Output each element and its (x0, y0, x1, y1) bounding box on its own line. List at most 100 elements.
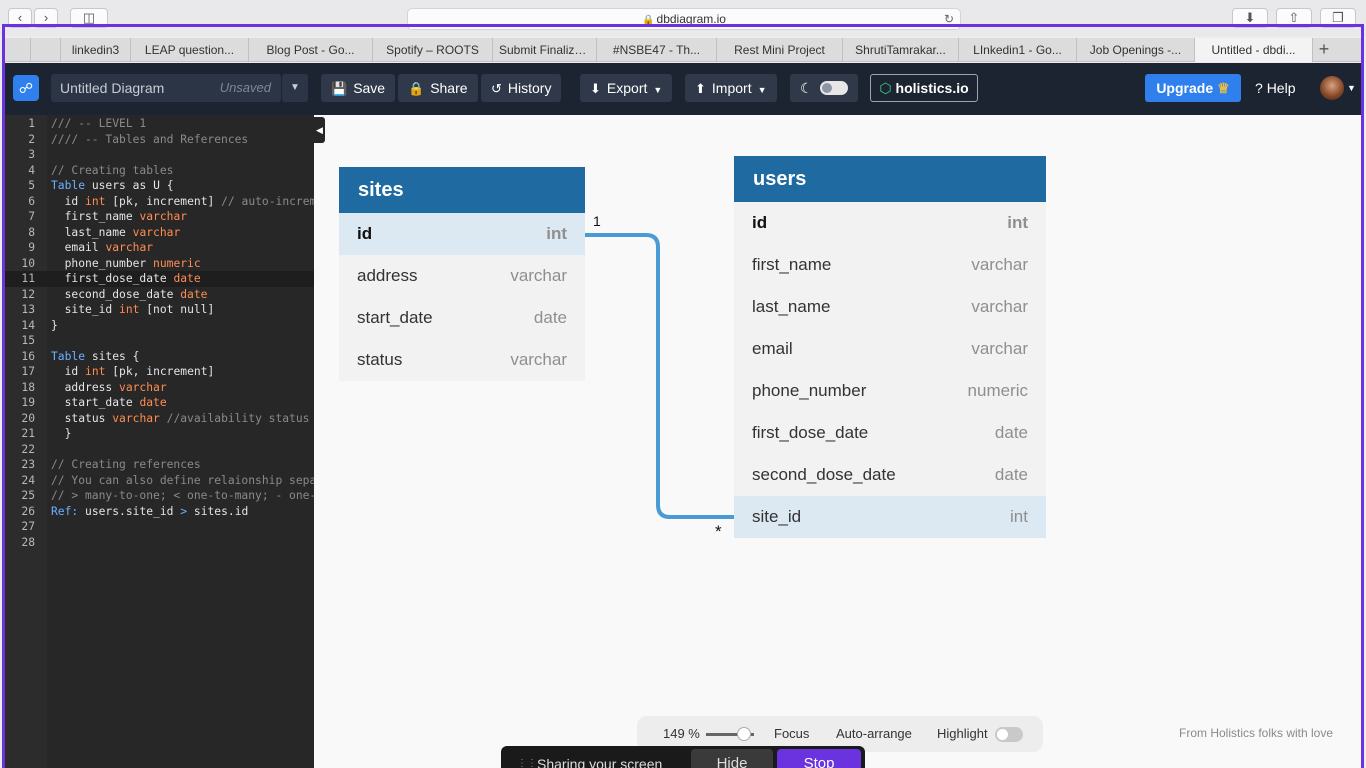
highlight-toggle[interactable] (995, 727, 1023, 742)
code-line[interactable]: 21 } (5, 426, 314, 442)
code-line[interactable]: 5 Table users as U { (5, 178, 314, 194)
code-line[interactable]: 4 // Creating tables (5, 163, 314, 179)
dbdiagram-logo-icon[interactable]: ☍ (13, 75, 39, 101)
code-line[interactable]: 22 (5, 442, 314, 458)
collapse-editor-icon[interactable]: ◀ (314, 117, 325, 143)
table-field-row[interactable]: email varchar (734, 328, 1046, 370)
share-button[interactable]: 🔒 Share (398, 74, 478, 102)
code-line[interactable]: 18 address varchar (5, 380, 314, 396)
browser-tab[interactable]: Untitled - dbdi... (1195, 38, 1313, 62)
zoom-slider-handle[interactable] (737, 727, 751, 741)
code-line[interactable]: 8 last_name varchar (5, 225, 314, 241)
diagram-menu-button[interactable]: ▼ (282, 74, 308, 102)
sidebar-toggle-icon[interactable]: ◫ (70, 8, 108, 28)
history-button[interactable]: ↺ History (481, 74, 562, 102)
code-line[interactable]: 28 (5, 535, 314, 551)
code-line[interactable]: 3 (5, 147, 314, 163)
code-editor[interactable]: 1 /// -- LEVEL 1 2 //// -- Tables and Refer… (5, 115, 314, 768)
code-text: // > many-to-one; < one-to-many; - one-t… (51, 489, 314, 502)
downloads-icon[interactable]: ⬇ (1232, 8, 1268, 28)
forward-icon[interactable]: › (34, 8, 58, 28)
save-button[interactable]: 💾 Save (321, 74, 396, 102)
table-users[interactable]: users id int first_name varchar last_name var… (734, 156, 1046, 538)
code-line[interactable]: 2 //// -- Tables and References (5, 132, 314, 148)
table-field-row[interactable]: status varchar (339, 339, 585, 381)
browser-tab[interactable] (5, 38, 31, 62)
code-line[interactable]: 12 second_dose_date date (5, 287, 314, 303)
field-name: address (357, 266, 418, 285)
code-text: status varchar //availability status (64, 411, 310, 425)
address-bar[interactable]: 🔒 dbdiagram.io ↻ (407, 8, 961, 30)
browser-tab[interactable]: LInkedin1 - Go... (959, 38, 1077, 62)
relationship-path[interactable] (585, 233, 734, 519)
diagram-name-field[interactable]: Untitled Diagram Unsaved (51, 74, 281, 102)
code-line[interactable]: 11 first_dose_date date (5, 271, 314, 287)
code-text: first_dose_date date (64, 272, 201, 285)
code-line[interactable]: 27 (5, 519, 314, 535)
table-field-row[interactable]: site_id int (734, 496, 1046, 538)
share-label: Share (430, 80, 468, 96)
code-line[interactable]: 16 Table sites { (5, 349, 314, 365)
chevron-down-icon[interactable]: ▼ (1347, 74, 1356, 102)
holistics-link[interactable]: ⬡ holistics.io (870, 74, 978, 102)
code-line[interactable]: 7 first_name varchar (5, 209, 314, 225)
field-name: id (357, 224, 373, 243)
code-line[interactable]: 1 /// -- LEVEL 1 (5, 116, 314, 132)
share-icon[interactable]: ⇧ (1276, 8, 1312, 28)
browser-tab[interactable]: Job Openings -... (1077, 38, 1195, 62)
table-header[interactable]: users (734, 156, 1046, 202)
code-line[interactable]: 26 Ref: users.site_id > sites.id (5, 504, 314, 520)
code-line[interactable]: 20 status varchar //availability status (5, 411, 314, 427)
help-button[interactable]: ? Help (1255, 74, 1295, 102)
browser-toolbar: ‹ › ◫ 🔒 dbdiagram.io ↻ ⬇ ⇧ ❐ (0, 0, 1366, 36)
code-line[interactable]: 24 // You can also define relaionship sep… (5, 473, 314, 489)
new-tab-icon[interactable]: + (1313, 38, 1335, 61)
browser-tab[interactable]: linkedin3 (61, 38, 131, 62)
code-line[interactable]: 19 start_date date (5, 395, 314, 411)
dark-mode-toggle[interactable]: ☾ (790, 74, 858, 102)
browser-tab[interactable]: Blog Post - Go... (249, 38, 373, 62)
table-field-row[interactable]: last_name varchar (734, 286, 1046, 328)
code-line[interactable]: 15 (5, 333, 314, 349)
table-field-row[interactable]: second_dose_date date (734, 454, 1046, 496)
reload-icon[interactable]: ↻ (944, 9, 954, 29)
drag-handle-icon[interactable]: ⋮⋮ (517, 758, 537, 768)
browser-tab[interactable]: #NSBE47 - Th... (597, 38, 717, 62)
field-type: date (994, 465, 1028, 484)
code-line[interactable]: 17 id int [pk, increment] (5, 364, 314, 380)
stop-sharing-button[interactable]: Stop (777, 749, 861, 768)
browser-tab[interactable] (31, 38, 61, 62)
code-line[interactable]: 6 id int [pk, increment] // auto-increme… (5, 194, 314, 210)
tabs-overview-icon[interactable]: ❐ (1320, 8, 1356, 28)
table-field-row[interactable]: id int (339, 213, 585, 255)
browser-tab[interactable]: Rest Mini Project (717, 38, 843, 62)
hide-button[interactable]: Hide (691, 749, 773, 768)
diagram-name: Untitled Diagram (60, 80, 165, 96)
table-field-row[interactable]: first_name varchar (734, 244, 1046, 286)
code-line[interactable]: 9 email varchar (5, 240, 314, 256)
import-button[interactable]: ⬆ Import ▼ (685, 74, 777, 102)
browser-tab[interactable]: Submit Finalize... (493, 38, 597, 62)
table-field-row[interactable]: id int (734, 202, 1046, 244)
table-field-row[interactable]: phone_number numeric (734, 370, 1046, 412)
diagram-canvas[interactable]: 1 * sites id int address varchar start_date d… (314, 115, 1361, 768)
table-sites[interactable]: sites id int address varchar start_date date s… (339, 167, 585, 381)
browser-tab[interactable]: LEAP question... (131, 38, 249, 62)
code-line[interactable]: 23 // Creating references (5, 457, 314, 473)
avatar[interactable] (1320, 76, 1344, 100)
upgrade-button[interactable]: Upgrade ♕ (1145, 74, 1241, 102)
export-button[interactable]: ⬇ Export ▼ (580, 74, 673, 102)
table-field-row[interactable]: start_date date (339, 297, 585, 339)
table-header[interactable]: sites (339, 167, 585, 213)
table-field-row[interactable]: address varchar (339, 255, 585, 297)
browser-tab[interactable]: ShrutiTamrakar... (843, 38, 959, 62)
code-line[interactable]: 10 phone_number numeric (5, 256, 314, 272)
code-line[interactable]: 13 site_id int [not null] (5, 302, 314, 318)
browser-tab[interactable]: Spotify – ROOTS (373, 38, 493, 62)
back-icon[interactable]: ‹ (8, 8, 32, 28)
line-number: 17 (21, 365, 35, 378)
code-line[interactable]: 25 // > many-to-one; < one-to-many; - one… (5, 488, 314, 504)
code-line[interactable]: 14} (5, 318, 314, 334)
import-label: Import (711, 80, 752, 96)
table-field-row[interactable]: first_dose_date date (734, 412, 1046, 454)
